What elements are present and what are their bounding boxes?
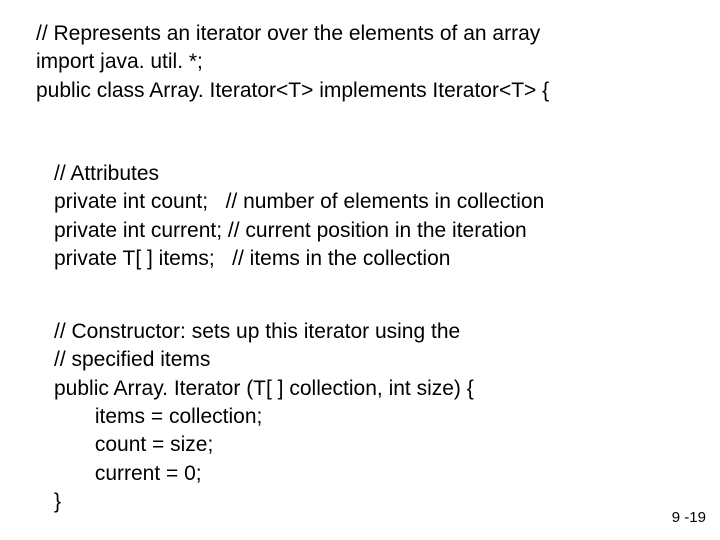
code-line: items = collection; <box>54 405 262 428</box>
code-block-constructor: // Constructor: sets up this iterator us… <box>54 318 474 516</box>
code-line: // Represents an iterator over the eleme… <box>36 22 540 45</box>
code-line: public Array. Iterator (T[ ] collection,… <box>54 377 474 400</box>
code-line: // specified items <box>54 348 210 371</box>
code-block-attributes: // Attributes private int count; // numb… <box>54 160 544 273</box>
code-block-header: // Represents an iterator over the eleme… <box>36 20 549 105</box>
code-line: count = size; <box>54 433 213 456</box>
code-line: private T[ ] items; // items in the coll… <box>54 247 450 270</box>
code-line: // Constructor: sets up this iterator us… <box>54 320 460 343</box>
code-line: public class Array. Iterator<T> implemen… <box>36 79 549 102</box>
code-line: private int count; // number of elements… <box>54 190 544 213</box>
code-line: import java. util. *; <box>36 50 203 73</box>
page-number: 9 -19 <box>672 509 706 526</box>
code-line: current = 0; <box>54 462 202 485</box>
code-line: // Attributes <box>54 162 159 185</box>
code-line: } <box>54 490 61 513</box>
code-line: private int current; // current position… <box>54 219 527 242</box>
slide: // Represents an iterator over the eleme… <box>0 0 720 540</box>
